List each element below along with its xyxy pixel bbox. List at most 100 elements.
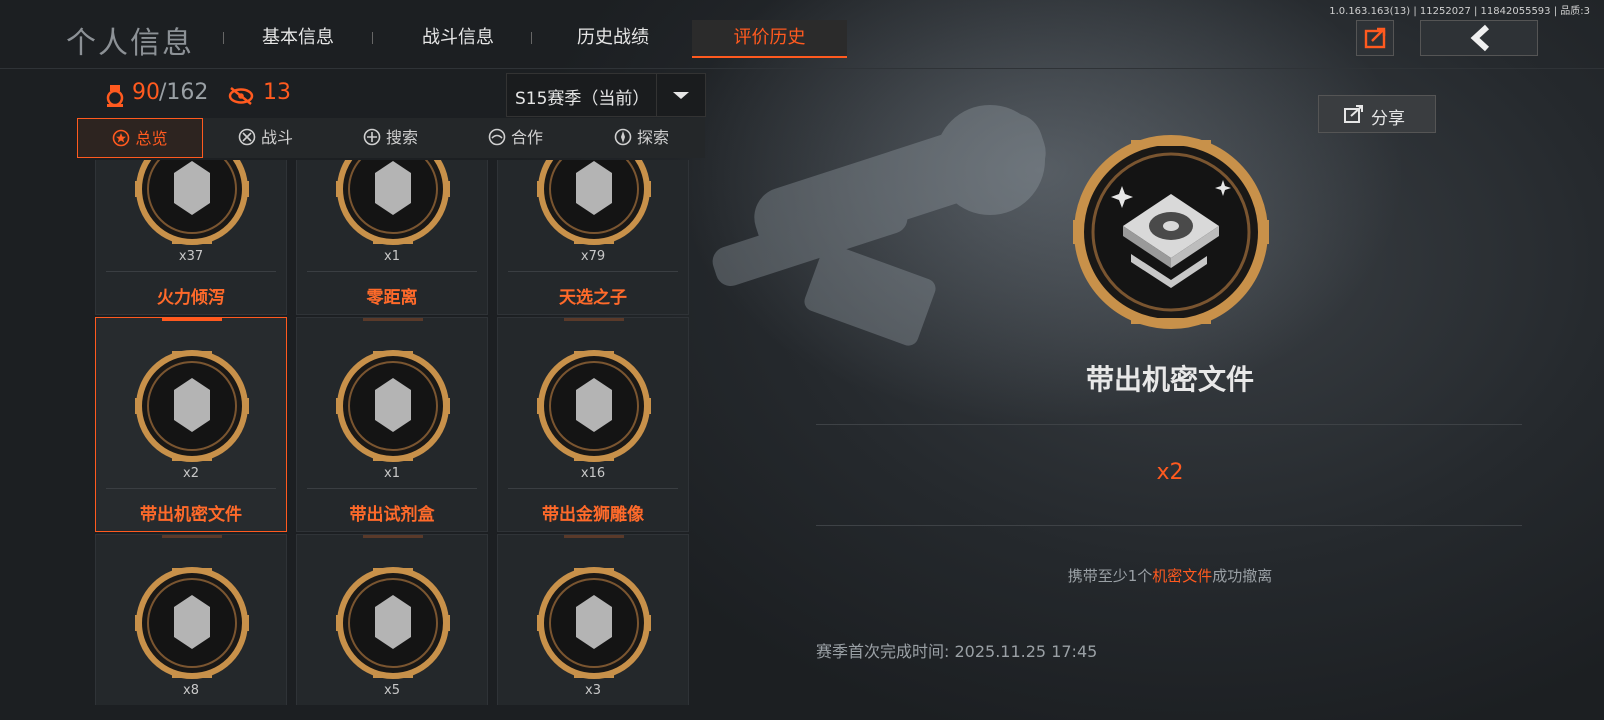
- lion-statue-badge-icon: [537, 350, 651, 462]
- badge-name: 带出试剂盒: [349, 505, 435, 525]
- card-divider: [307, 271, 477, 272]
- first-time-value: 2025.11.25 17:45: [954, 642, 1098, 661]
- subtab-label: 合作: [511, 128, 544, 147]
- subtab-label: 总览: [135, 129, 168, 148]
- badge-name: 零距离: [366, 288, 418, 308]
- badge-count: x5: [384, 683, 400, 698]
- tab-rating-history[interactable]: 评价历史: [692, 20, 847, 58]
- badge-count: x2: [183, 466, 199, 481]
- top-bar: 个人信息 基本信息 战斗信息 历史战绩 评价历史: [0, 0, 1604, 70]
- subtab-label: 搜索: [386, 128, 419, 147]
- subtab-label: 探索: [637, 128, 670, 147]
- hard-drive-badge-icon: [135, 350, 249, 462]
- tab-history-record[interactable]: 历史战绩: [555, 20, 671, 56]
- card-notch: [162, 535, 222, 538]
- badge-description: 携带至少1个机密文件成功撤离: [900, 565, 1440, 586]
- category-tabs: 总览 战斗 搜索 合作 探索: [77, 118, 705, 158]
- card-notch: [564, 318, 624, 321]
- tab-battle-info[interactable]: 战斗信息: [400, 20, 516, 56]
- badge-card[interactable]: x1 零距离: [296, 160, 488, 315]
- search-icon: [363, 128, 381, 146]
- badge-card[interactable]: x16 带出金狮雕像: [497, 317, 689, 532]
- share-label: 分享: [1371, 109, 1405, 129]
- divider: [816, 424, 1522, 425]
- tab-separator: [531, 32, 532, 44]
- hard-drive-badge-icon: [1071, 132, 1271, 332]
- share-button[interactable]: 分享: [1318, 95, 1436, 133]
- card-divider: [508, 488, 678, 489]
- share-icon: [1344, 105, 1363, 123]
- card-divider: [307, 488, 477, 489]
- tab-separator: [372, 32, 373, 44]
- bust-statue-badge-icon: [135, 567, 249, 679]
- detail-count: x2: [1156, 460, 1184, 485]
- handshake-icon: [488, 128, 506, 146]
- badge-card[interactable]: x1 带出试剂盒: [296, 317, 488, 532]
- badge-card[interactable]: x8: [95, 534, 287, 705]
- badge-card[interactable]: x37 火力倾泻: [95, 160, 287, 315]
- header-divider: [0, 68, 1604, 69]
- first-completion-time: 赛季首次完成时间: 2025.11.25 17:45: [816, 638, 1097, 662]
- card-divider: [106, 271, 276, 272]
- teapot-badge-icon: [336, 567, 450, 679]
- card-notch: [363, 535, 423, 538]
- desc-highlight: 机密文件: [1152, 567, 1213, 585]
- subtab-battle[interactable]: 战斗: [203, 118, 328, 158]
- hidden-eye-icon: [228, 87, 254, 105]
- chevron-down-icon: [673, 92, 689, 99]
- dropdown-toggle[interactable]: [656, 74, 705, 116]
- badge-count: x1: [384, 466, 400, 481]
- badge-count: x3: [585, 683, 601, 698]
- badge-count: x1: [384, 249, 400, 264]
- weapon-badge-icon: [135, 160, 249, 245]
- tab-separator: [223, 32, 224, 44]
- season-dropdown[interactable]: S15赛季（当前）: [506, 73, 706, 117]
- subtab-overview[interactable]: 总览: [77, 118, 203, 158]
- subtab-explore[interactable]: 探索: [578, 118, 705, 158]
- knife-badge-icon: [336, 160, 450, 245]
- back-button[interactable]: [1420, 20, 1538, 56]
- badge-name: 火力倾泻: [157, 288, 225, 308]
- season-selected: S15赛季（当前）: [515, 89, 650, 109]
- desc-text: 携带至少1个: [1067, 567, 1153, 585]
- divider: [816, 525, 1522, 526]
- badge-name: 天选之子: [559, 288, 627, 308]
- card-notch: [162, 318, 222, 321]
- star-icon: [113, 129, 130, 147]
- subtab-cooperate[interactable]: 合作: [453, 118, 578, 158]
- export-icon: [1364, 27, 1386, 49]
- watch-count: 13: [263, 80, 291, 105]
- card-divider: [508, 271, 678, 272]
- badge-card[interactable]: x2 带出机密文件: [95, 317, 287, 532]
- first-time-label: 赛季首次完成时间:: [816, 642, 950, 661]
- tab-basic-info[interactable]: 基本信息: [240, 20, 356, 56]
- badge-card[interactable]: x5: [296, 534, 488, 705]
- card-notch: [363, 318, 423, 321]
- back-arrow-icon: [1470, 24, 1490, 52]
- subtab-search[interactable]: 搜索: [328, 118, 453, 158]
- medal-icon: [106, 85, 124, 107]
- honeycomb-badge-icon: [537, 567, 651, 679]
- badge-grid: x37 火力倾泻 x1 零距离 x79 天选之子 x2 带出机密文件 x1 带出试剂盒 x16 带出金…: [77, 160, 705, 705]
- crossed-swords-icon: [238, 128, 256, 146]
- completed-count: 90: [132, 80, 160, 105]
- reagent-box-badge-icon: [336, 350, 450, 462]
- badge-name: 带出机密文件: [140, 505, 242, 525]
- subtab-label: 战斗: [261, 128, 294, 147]
- card-notch: [564, 535, 624, 538]
- export-button[interactable]: [1356, 20, 1394, 56]
- badge-card[interactable]: x79 天选之子: [497, 160, 689, 315]
- card-divider: [106, 488, 276, 489]
- badge-name: 带出金狮雕像: [542, 505, 644, 525]
- desc-text: 成功撤离: [1212, 567, 1273, 585]
- loot-pile-badge-icon: [537, 160, 651, 245]
- badge-count: x37: [178, 249, 204, 264]
- detail-title: 带出机密文件: [1085, 363, 1254, 396]
- page-title: 个人信息: [66, 26, 194, 61]
- total-count: /162: [159, 80, 209, 105]
- badge-count: x16: [580, 466, 606, 481]
- badge-count: x79: [580, 249, 606, 264]
- compass-icon: [614, 128, 632, 146]
- badge-card[interactable]: x3: [497, 534, 689, 705]
- badge-count: x8: [183, 683, 199, 698]
